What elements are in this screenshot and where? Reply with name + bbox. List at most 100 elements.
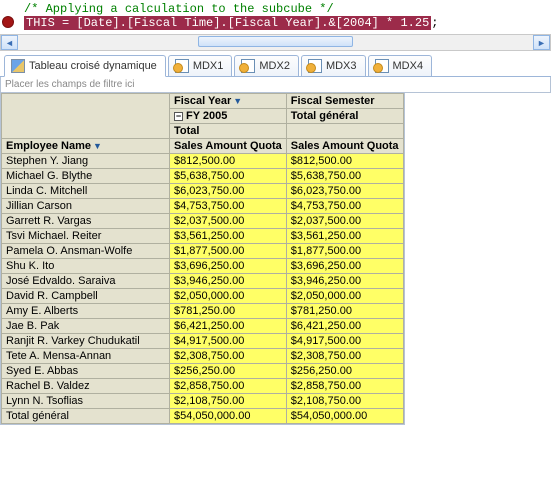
tab-mdx4[interactable]: MDX4 xyxy=(368,55,433,76)
data-cell[interactable]: $54,050,000.00 xyxy=(170,409,287,424)
row-label[interactable]: Total général xyxy=(2,409,170,424)
tab-mdx2[interactable]: MDX2 xyxy=(234,55,299,76)
scroll-thumb[interactable] xyxy=(198,36,353,47)
code-highlight[interactable]: THIS = [Date].[Fiscal Time].[Fiscal Year… xyxy=(24,16,431,30)
data-cell[interactable]: $4,753,750.00 xyxy=(286,199,403,214)
scroll-left-button[interactable]: ◄ xyxy=(1,35,18,50)
tab-mdx1[interactable]: MDX1 xyxy=(168,55,233,76)
row-label[interactable]: Garrett R. Vargas xyxy=(2,214,170,229)
data-cell[interactable]: $3,946,250.00 xyxy=(286,274,403,289)
col-header-fiscal-year[interactable]: Fiscal Year▼ xyxy=(170,94,287,109)
filter-drop-area[interactable]: Placer les champs de filtre ici xyxy=(0,77,551,93)
tab-label: MDX4 xyxy=(393,60,424,72)
row-label[interactable]: Lynn N. Tsoflias xyxy=(2,394,170,409)
collapse-icon[interactable]: − xyxy=(174,112,183,121)
employee-label: Employee Name xyxy=(6,140,91,152)
data-cell[interactable]: $1,877,500.00 xyxy=(170,244,287,259)
data-cell[interactable]: $2,858,750.00 xyxy=(170,379,287,394)
col-total: Total xyxy=(170,124,287,139)
data-cell[interactable]: $2,108,750.00 xyxy=(286,394,403,409)
row-label[interactable]: Ranjit R. Varkey Chudukatil xyxy=(2,334,170,349)
col-total-general: Total général xyxy=(286,109,403,124)
data-cell[interactable]: $2,308,750.00 xyxy=(170,349,287,364)
row-label[interactable]: Michael G. Blythe xyxy=(2,169,170,184)
table-row: Stephen Y. Jiang$812,500.00$812,500.00 xyxy=(2,154,404,169)
data-cell[interactable]: $812,500.00 xyxy=(286,154,403,169)
tab-pivot[interactable]: Tableau croisé dynamique xyxy=(4,55,166,77)
data-cell[interactable]: $3,561,250.00 xyxy=(170,229,287,244)
table-row: David R. Campbell$2,050,000.00$2,050,000… xyxy=(2,289,404,304)
mdx-icon xyxy=(241,59,255,73)
table-row: Amy E. Alberts$781,250.00$781,250.00 xyxy=(2,304,404,319)
data-cell[interactable]: $781,250.00 xyxy=(286,304,403,319)
data-cell[interactable]: $6,023,750.00 xyxy=(170,184,287,199)
data-cell[interactable]: $54,050,000.00 xyxy=(286,409,403,424)
data-cell[interactable]: $4,753,750.00 xyxy=(170,199,287,214)
row-label[interactable]: David R. Campbell xyxy=(2,289,170,304)
row-label[interactable]: Tsvi Michael. Reiter xyxy=(2,229,170,244)
row-label[interactable]: Pamela O. Ansman-Wolfe xyxy=(2,244,170,259)
data-cell[interactable]: $2,858,750.00 xyxy=(286,379,403,394)
row-label[interactable]: Linda C. Mitchell xyxy=(2,184,170,199)
row-label[interactable]: Syed E. Abbas xyxy=(2,364,170,379)
data-cell[interactable]: $6,023,750.00 xyxy=(286,184,403,199)
data-cell[interactable]: $812,500.00 xyxy=(170,154,287,169)
data-cell[interactable]: $3,946,250.00 xyxy=(170,274,287,289)
table-row: Garrett R. Vargas$2,037,500.00$2,037,500… xyxy=(2,214,404,229)
table-row: Linda C. Mitchell$6,023,750.00$6,023,750… xyxy=(2,184,404,199)
dropdown-icon[interactable]: ▼ xyxy=(233,96,242,106)
row-label[interactable]: José Edvaldo. Saraiva xyxy=(2,274,170,289)
table-row: Syed E. Abbas$256,250.00$256,250.00 xyxy=(2,364,404,379)
row-label[interactable]: Tete A. Mensa-Annan xyxy=(2,349,170,364)
tab-label: MDX2 xyxy=(259,60,290,72)
data-cell[interactable]: $1,877,500.00 xyxy=(286,244,403,259)
row-label[interactable]: Shu K. Ito xyxy=(2,259,170,274)
col-fy2005[interactable]: −FY 2005 xyxy=(170,109,287,124)
pivot-table: Fiscal Year▼ Fiscal Semester −FY 2005 To… xyxy=(0,93,405,425)
data-cell[interactable]: $2,037,500.00 xyxy=(286,214,403,229)
row-label[interactable]: Jillian Carson xyxy=(2,199,170,214)
col-saq-2: Sales Amount Quota xyxy=(286,139,403,154)
col-header-fiscal-semester[interactable]: Fiscal Semester xyxy=(286,94,403,109)
mdx-icon xyxy=(375,59,389,73)
table-row: Tete A. Mensa-Annan$2,308,750.00$2,308,7… xyxy=(2,349,404,364)
data-cell[interactable]: $2,108,750.00 xyxy=(170,394,287,409)
pivot-icon xyxy=(11,59,25,73)
data-cell[interactable]: $2,308,750.00 xyxy=(286,349,403,364)
tab-mdx3[interactable]: MDX3 xyxy=(301,55,366,76)
row-label[interactable]: Stephen Y. Jiang xyxy=(2,154,170,169)
table-row: Jillian Carson$4,753,750.00$4,753,750.00 xyxy=(2,199,404,214)
data-cell[interactable]: $256,250.00 xyxy=(286,364,403,379)
data-cell[interactable]: $781,250.00 xyxy=(170,304,287,319)
data-cell[interactable]: $4,917,500.00 xyxy=(170,334,287,349)
data-cell[interactable]: $4,917,500.00 xyxy=(286,334,403,349)
data-cell[interactable]: $6,421,250.00 xyxy=(170,319,287,334)
tab-bar: Tableau croisé dynamique MDX1 MDX2 MDX3 … xyxy=(0,51,551,77)
row-label[interactable]: Rachel B. Valdez xyxy=(2,379,170,394)
code-semicolon: ; xyxy=(431,16,438,30)
row-header-employee[interactable]: Employee Name▼ xyxy=(2,139,170,154)
data-cell[interactable]: $3,696,250.00 xyxy=(170,259,287,274)
data-cell[interactable]: $6,421,250.00 xyxy=(286,319,403,334)
table-row-total: Total général$54,050,000.00$54,050,000.0… xyxy=(2,409,404,424)
data-cell[interactable]: $2,037,500.00 xyxy=(170,214,287,229)
code-editor[interactable]: /* Applying a calculation to the subcube… xyxy=(0,0,551,34)
blank-corner xyxy=(2,94,170,139)
dropdown-icon[interactable]: ▼ xyxy=(93,141,102,151)
table-row: Ranjit R. Varkey Chudukatil$4,917,500.00… xyxy=(2,334,404,349)
fy2005-label: FY 2005 xyxy=(186,110,227,122)
data-cell[interactable]: $2,050,000.00 xyxy=(170,289,287,304)
scroll-track[interactable] xyxy=(18,35,533,50)
scroll-right-button[interactable]: ► xyxy=(533,35,550,50)
row-label[interactable]: Amy E. Alberts xyxy=(2,304,170,319)
data-cell[interactable]: $256,250.00 xyxy=(170,364,287,379)
data-cell[interactable]: $2,050,000.00 xyxy=(286,289,403,304)
table-row: Pamela O. Ansman-Wolfe$1,877,500.00$1,87… xyxy=(2,244,404,259)
data-cell[interactable]: $3,696,250.00 xyxy=(286,259,403,274)
col-saq-1: Sales Amount Quota xyxy=(170,139,287,154)
data-cell[interactable]: $5,638,750.00 xyxy=(170,169,287,184)
data-cell[interactable]: $3,561,250.00 xyxy=(286,229,403,244)
row-label[interactable]: Jae B. Pak xyxy=(2,319,170,334)
horizontal-scrollbar[interactable]: ◄ ► xyxy=(0,34,551,51)
data-cell[interactable]: $5,638,750.00 xyxy=(286,169,403,184)
